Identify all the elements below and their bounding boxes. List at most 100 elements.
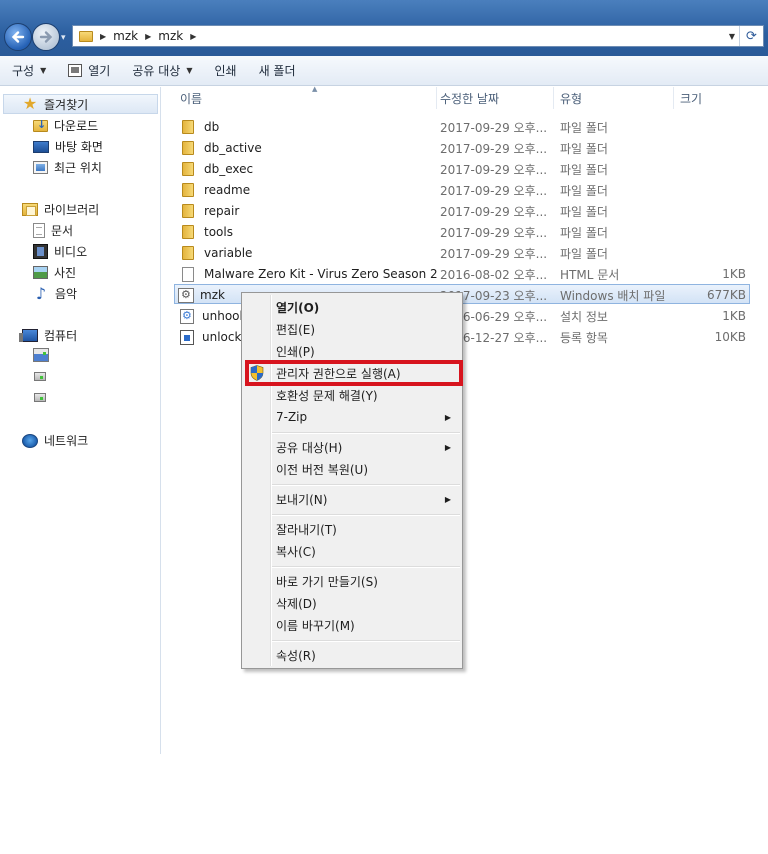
breadcrumb-item[interactable]: mzk [113, 29, 138, 43]
size-cell: 10KB [714, 330, 746, 344]
dropdown-arrow-icon: ▼ [40, 66, 47, 75]
type-cell: 파일 폴더 [560, 183, 608, 198]
address-dropdown-icon[interactable]: ▼ [725, 32, 739, 41]
sidebar-item-documents[interactable]: 문서 [33, 222, 73, 239]
column-header-name[interactable]: ▲ 이름 [174, 85, 437, 109]
folder-icon [79, 30, 93, 42]
back-button[interactable] [4, 23, 32, 51]
menu-item-send-to[interactable]: 보내기(N) ▶ [245, 488, 459, 510]
menu-item-create-shortcut[interactable]: 바로 가기 만들기(S) [245, 570, 459, 592]
column-header-type[interactable]: 유형 [554, 87, 674, 109]
column-header-modified[interactable]: 수정한 날짜 [434, 87, 554, 109]
address-box[interactable]: ▶ mzk ▶ mzk ▶ ▼ ⟳ [72, 25, 764, 47]
video-icon [33, 244, 48, 259]
sidebar-item-system-drive[interactable] [33, 348, 55, 362]
name-cell: unhook [180, 306, 246, 326]
name-cell: repair [182, 201, 239, 221]
menu-item-copy[interactable]: 복사(C) [245, 540, 459, 562]
submenu-arrow-icon: ▶ [444, 442, 451, 452]
type-cell: Windows 배치 파일 [560, 288, 666, 303]
file-row[interactable]: db 2017-09-29 오후... 파일 폴더 [174, 117, 750, 137]
navigation-pane: ★ 즐겨찾기 다운로드 바탕 화면 최근 위치 라이브러리 문서 비디오 사진 … [0, 87, 161, 754]
file-row[interactable]: db_active 2017-09-29 오후... 파일 폴더 [174, 138, 750, 158]
date-cell: 2017-09-29 오후... [440, 141, 548, 156]
menu-item-label: 보내기(N) [276, 492, 328, 507]
sidebar-label: 음악 [55, 287, 78, 301]
column-header-size[interactable]: 크기 [674, 87, 754, 109]
date-cell: 2017-09-29 오후... [440, 225, 548, 240]
menu-item-share[interactable]: 공유 대상(H) ▶ [245, 436, 459, 458]
menu-item-print[interactable]: 인쇄(P) [245, 340, 459, 362]
file-name: repair [204, 204, 240, 218]
type-cell: HTML 문서 [560, 267, 620, 282]
name-cell: variable [182, 243, 252, 263]
file-name: Malware Zero Kit - Virus Zero Season 2 [204, 267, 438, 281]
breadcrumb-arrow-icon[interactable]: ▶ [190, 32, 196, 41]
menu-item-restore-previous-versions[interactable]: 이전 버전 복원(U) [245, 458, 459, 480]
sidebar-computer[interactable]: 컴퓨터 [19, 327, 78, 344]
sidebar-item-pictures[interactable]: 사진 [33, 264, 76, 281]
submenu-arrow-icon: ▶ [444, 494, 451, 504]
sidebar-libraries[interactable]: 라이브러리 [22, 201, 99, 218]
recent-pages-dropdown[interactable]: ▾ [61, 33, 66, 43]
registry-file-icon [180, 329, 194, 345]
sidebar-item-videos[interactable]: 비디오 [33, 243, 87, 260]
date-cell: 2017-09-29 오후... [440, 183, 548, 198]
sidebar-favorites[interactable]: ★ 즐겨찾기 [3, 94, 158, 114]
html-file-icon [182, 266, 194, 282]
sidebar-item-downloads[interactable]: 다운로드 [33, 117, 98, 134]
file-name: tools [204, 225, 233, 239]
file-row[interactable]: tools 2017-09-29 오후... 파일 폴더 [174, 222, 750, 242]
menu-separator [272, 566, 460, 568]
sidebar-item-desktop[interactable]: 바탕 화면 [33, 138, 103, 155]
sidebar-item-recent-places[interactable]: 최근 위치 [33, 159, 102, 176]
menu-item-delete[interactable]: 삭제(D) [245, 592, 459, 614]
sidebar-label: 컴퓨터 [44, 329, 78, 343]
sidebar-label: 문서 [51, 224, 74, 238]
folder-icon [182, 141, 194, 155]
sidebar-network[interactable]: 네트워크 [22, 432, 88, 449]
open-button[interactable]: 열기 [68, 62, 110, 79]
print-label: 인쇄 [214, 64, 237, 78]
print-button[interactable]: 인쇄 [214, 62, 236, 79]
file-name: unhook [202, 309, 247, 323]
type-cell: 파일 폴더 [560, 120, 608, 135]
sidebar-item-drive[interactable] [34, 372, 52, 381]
menu-item-7zip[interactable]: 7-Zip ▶ [245, 406, 459, 428]
date-cell: 2016-08-02 오후... [440, 267, 548, 282]
organize-button[interactable]: 구성 ▼ [12, 62, 46, 79]
share-label: 공유 대상 [132, 64, 181, 78]
file-name: db [204, 120, 220, 134]
forward-button[interactable] [32, 23, 60, 51]
name-cell: mzk [178, 285, 225, 305]
menu-item-label: 공유 대상(H) [276, 440, 343, 455]
file-row[interactable]: readme 2017-09-29 오후... 파일 폴더 [174, 180, 750, 200]
file-row[interactable]: db_exec 2017-09-29 오후... 파일 폴더 [174, 159, 750, 179]
column-label: 수정한 날짜 [440, 91, 500, 106]
organize-label: 구성 [12, 64, 35, 78]
sidebar-label: 바탕 화면 [55, 140, 103, 154]
sidebar-item-drive[interactable] [34, 393, 52, 402]
document-icon [33, 223, 45, 238]
file-row[interactable]: Malware Zero Kit - Virus Zero Season 2 2… [174, 264, 750, 284]
breadcrumb-arrow-icon[interactable]: ▶ [145, 32, 151, 41]
breadcrumb-item[interactable]: mzk [158, 29, 183, 43]
music-note-icon: ♪ [35, 283, 47, 303]
folder-icon [182, 183, 194, 197]
share-button[interactable]: 공유 대상 ▼ [132, 62, 192, 79]
breadcrumb-arrow-icon[interactable]: ▶ [100, 32, 106, 41]
menu-item-edit[interactable]: 편집(E) [245, 318, 459, 340]
menu-item-rename[interactable]: 이름 바꾸기(M) [245, 614, 459, 636]
file-row[interactable]: repair 2017-09-29 오후... 파일 폴더 [174, 201, 750, 221]
menu-separator [272, 432, 460, 434]
name-cell: readme [182, 180, 250, 200]
menu-item-troubleshoot-compatibility[interactable]: 호환성 문제 해결(Y) [245, 384, 459, 406]
menu-item-cut[interactable]: 잘라내기(T) [245, 518, 459, 540]
new-folder-button[interactable]: 새 폴더 [259, 62, 296, 79]
sidebar-item-music[interactable]: ♪ 음악 [33, 285, 77, 302]
sidebar-label: 최근 위치 [54, 161, 102, 175]
file-row[interactable]: variable 2017-09-29 오후... 파일 폴더 [174, 243, 750, 263]
menu-item-properties[interactable]: 속성(R) [245, 644, 459, 666]
refresh-button[interactable]: ⟳ [739, 26, 763, 46]
menu-item-open[interactable]: 열기(O) [245, 296, 459, 318]
